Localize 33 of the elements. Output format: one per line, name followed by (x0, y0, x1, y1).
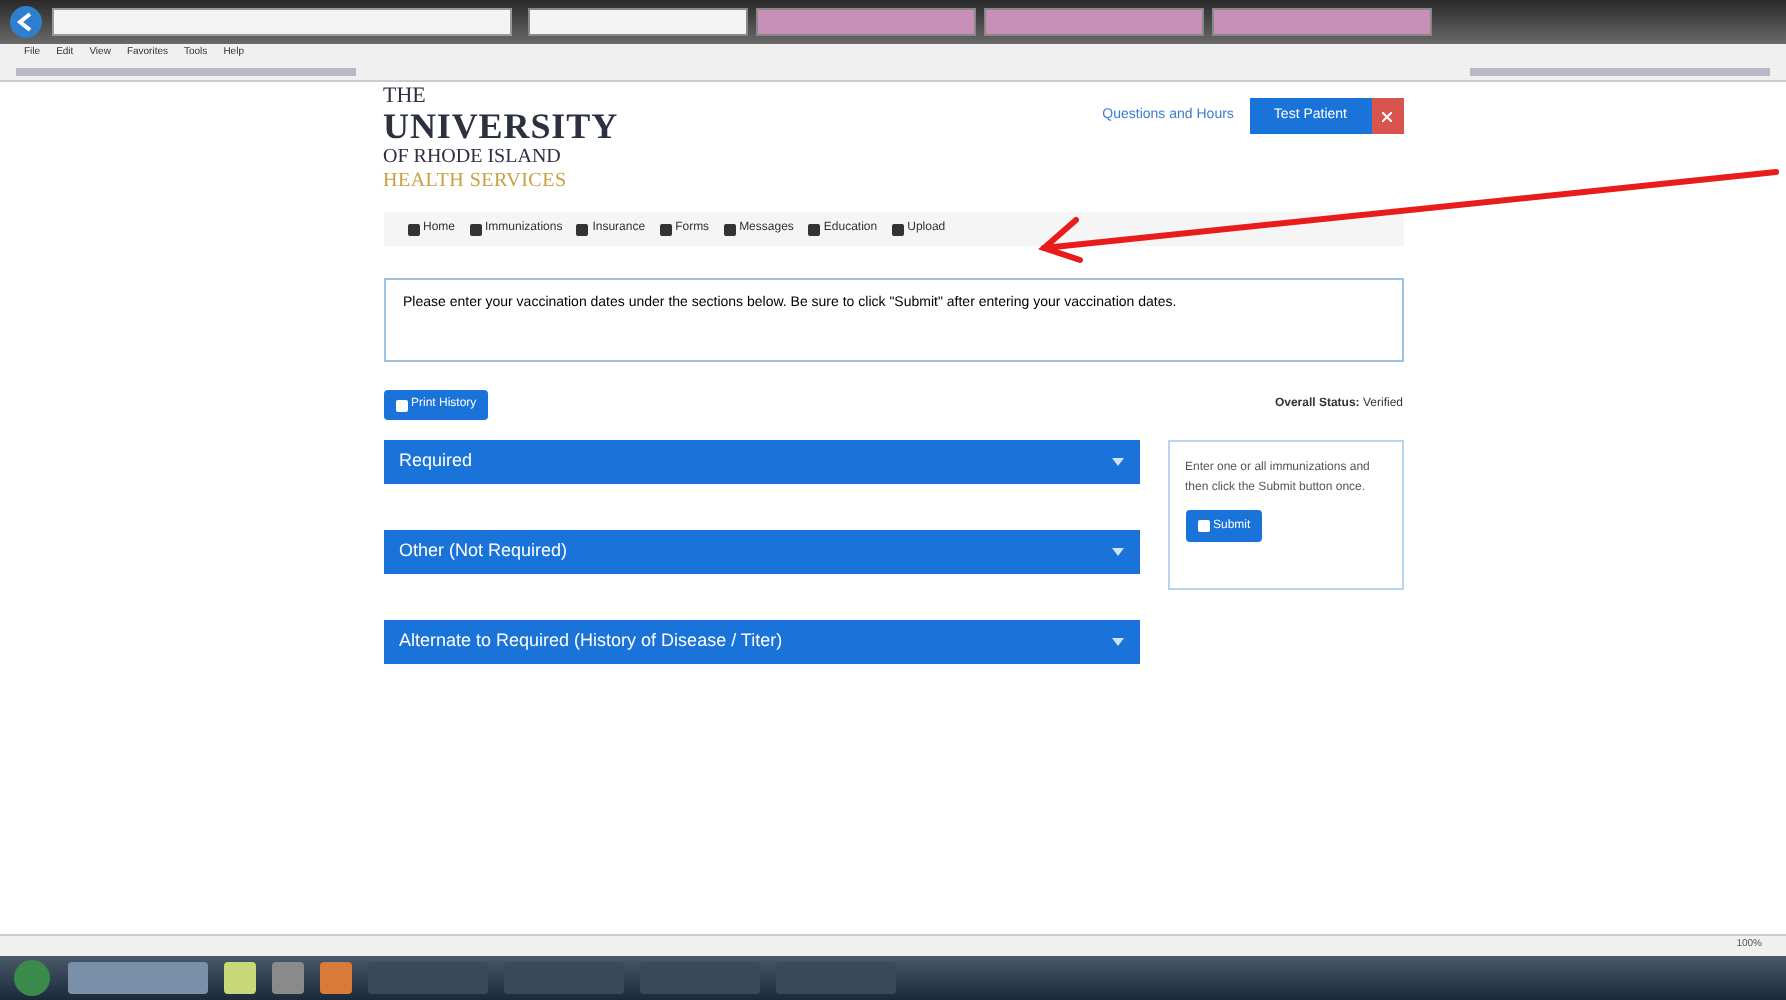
caret-icon (1111, 548, 1123, 556)
nav-icon (469, 223, 482, 235)
logo-text: HEALTH SERVICES (383, 172, 569, 192)
back-icon[interactable] (8, 4, 44, 40)
taskbar-item[interactable] (504, 962, 624, 994)
browser-tab[interactable] (528, 8, 748, 36)
taskbar-item[interactable] (224, 962, 256, 994)
browser-tab[interactable] (1212, 8, 1432, 36)
nav-icon (723, 223, 736, 235)
close-icon (1382, 111, 1392, 121)
logo-text: OF RHODE ISLAND (383, 148, 563, 168)
nav-icon (407, 223, 419, 235)
accordion-header[interactable]: Other (Not Required) (383, 530, 1139, 574)
taskbar-item[interactable] (640, 962, 760, 994)
taskbar-item[interactable] (368, 962, 488, 994)
logo-text: THE (383, 86, 428, 108)
accordion-header[interactable]: Alternate to Required (History of Disease / Titer) (383, 620, 1139, 664)
nav-icon (807, 223, 820, 235)
taskbar-item[interactable] (776, 962, 896, 994)
accordion-header[interactable]: Required (383, 440, 1139, 484)
logout-button[interactable] (1371, 98, 1403, 134)
caret-icon (1111, 458, 1123, 466)
browser-tab[interactable] (984, 8, 1204, 36)
nav-icon (576, 223, 589, 235)
logo-text: UNIVERSITY (383, 108, 619, 144)
start-icon[interactable] (12, 958, 52, 998)
caret-icon (1111, 638, 1123, 646)
browser-tab[interactable] (756, 8, 976, 36)
taskbar-item[interactable] (68, 962, 208, 994)
nav-icon (659, 223, 672, 235)
nav-icon (891, 223, 904, 235)
taskbar-item[interactable] (320, 962, 352, 994)
taskbar-item[interactable] (272, 962, 304, 994)
